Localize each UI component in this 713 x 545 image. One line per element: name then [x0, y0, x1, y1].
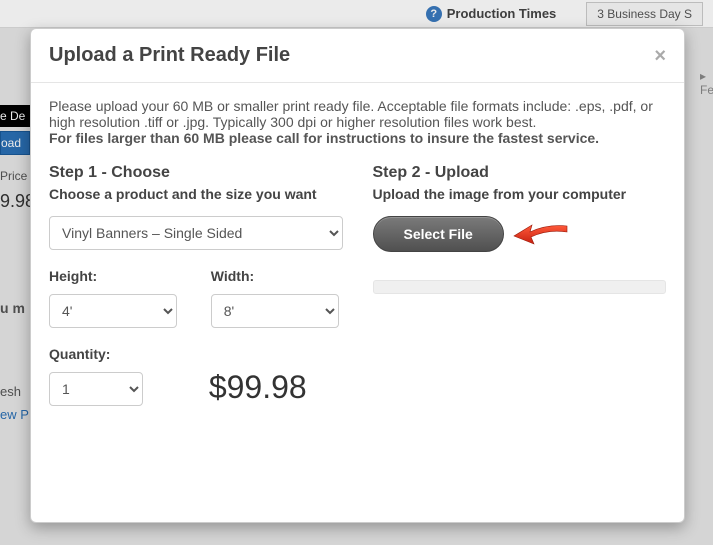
upload-row: Select File — [373, 216, 667, 252]
step2-heading: Step 2 - Upload — [373, 164, 667, 182]
close-icon[interactable]: × — [654, 46, 666, 66]
quantity-label: Quantity: — [49, 346, 143, 362]
upload-progress-bar — [373, 280, 667, 294]
width-select[interactable]: 8' — [211, 294, 339, 328]
price-display: $99.98 — [173, 369, 343, 406]
modal-title: Upload a Print Ready File — [49, 44, 290, 67]
product-select[interactable]: Vinyl Banners – Single Sided — [49, 216, 343, 250]
width-label: Width: — [211, 268, 343, 284]
modal-body: Please upload your 60 MB or smaller prin… — [31, 83, 684, 421]
arrow-icon — [512, 218, 572, 250]
instructions-line2: For files larger than 60 MB please call … — [49, 130, 666, 146]
height-column: Height: 4' — [49, 268, 181, 328]
width-column: Width: 8' — [211, 268, 343, 328]
modal-header: Upload a Print Ready File × — [31, 29, 684, 83]
select-file-button[interactable]: Select File — [373, 216, 504, 252]
instructions-line1: Please upload your 60 MB or smaller prin… — [49, 98, 666, 130]
instructions: Please upload your 60 MB or smaller prin… — [49, 98, 666, 146]
quantity-select[interactable]: 1 — [49, 372, 143, 406]
steps-container: Step 1 - Choose Choose a product and the… — [49, 164, 666, 406]
upload-modal: Upload a Print Ready File × Please uploa… — [30, 28, 685, 523]
height-select[interactable]: 4' — [49, 294, 177, 328]
step1-subtitle: Choose a product and the size you want — [49, 186, 343, 202]
step-2: Step 2 - Upload Upload the image from yo… — [373, 164, 667, 406]
dimensions-row: Height: 4' Width: 8' — [49, 268, 343, 328]
height-label: Height: — [49, 268, 181, 284]
qty-price-row: Quantity: 1 $99.98 — [49, 346, 343, 406]
quantity-column: Quantity: 1 — [49, 346, 143, 406]
step1-heading: Step 1 - Choose — [49, 164, 343, 182]
step2-subtitle: Upload the image from your computer — [373, 186, 667, 202]
step-1: Step 1 - Choose Choose a product and the… — [49, 164, 343, 406]
